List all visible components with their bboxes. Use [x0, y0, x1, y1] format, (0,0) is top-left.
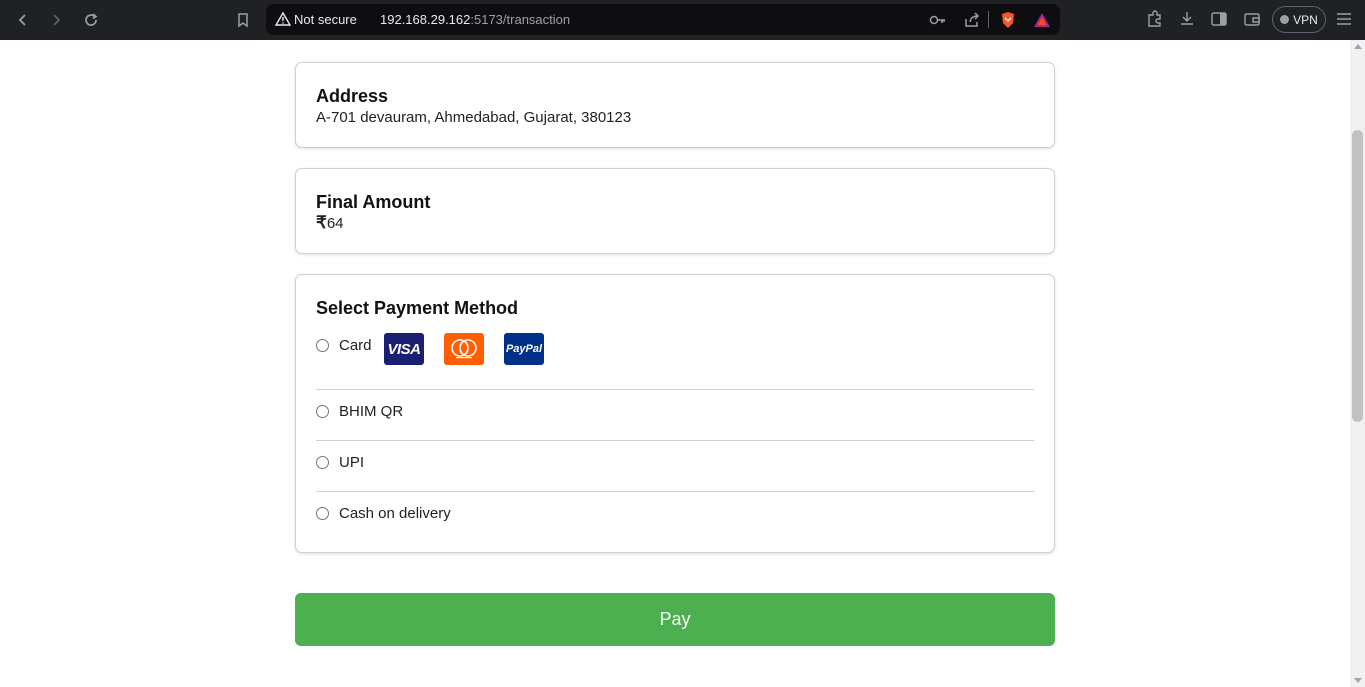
vpn-label: VPN	[1293, 12, 1318, 27]
payment-option-bhim-qr[interactable]: BHIM QR	[316, 401, 403, 421]
cod-radio[interactable]	[316, 506, 329, 520]
brave-rewards-icon[interactable]	[1032, 10, 1052, 30]
final-amount-title: Final Amount	[316, 192, 431, 212]
card-label: Card	[339, 336, 372, 354]
pay-button[interactable]: Pay	[295, 593, 1055, 646]
extensions-icon[interactable]	[1145, 9, 1165, 29]
final-amount-card: Final Amount ₹64	[295, 168, 1055, 254]
wallet-icon[interactable]	[1242, 9, 1262, 29]
payment-option-card[interactable]: Card	[316, 335, 372, 355]
url-host: 192.168.29.162	[380, 12, 471, 27]
key-icon[interactable]	[928, 10, 948, 30]
brave-shield-icon[interactable]	[998, 10, 1018, 30]
upi-radio[interactable]	[316, 455, 329, 469]
scroll-down-icon[interactable]	[1354, 678, 1362, 683]
mastercard-icon	[451, 339, 477, 359]
paypal-logo: PayPal	[504, 333, 544, 365]
sidebar-icon[interactable]	[1209, 9, 1229, 29]
share-icon[interactable]	[962, 10, 982, 30]
address-value: A-701 devauram, Ahmedabad, Gujarat, 3801…	[316, 109, 632, 126]
url-divider	[988, 11, 989, 28]
payment-method-card: Select Payment Method Card VISA PayPal B…	[295, 274, 1055, 553]
paypal-text: PayPal	[505, 343, 543, 355]
option-divider	[316, 389, 1034, 390]
page-scrollbar[interactable]	[1350, 40, 1365, 687]
scroll-up-icon[interactable]	[1354, 44, 1362, 49]
bhim-qr-radio[interactable]	[316, 404, 329, 418]
not-secure-label[interactable]: Not secure	[294, 12, 357, 27]
vpn-status-icon	[1280, 15, 1290, 24]
option-divider	[316, 440, 1034, 441]
back-icon[interactable]	[11, 8, 35, 32]
address-title: Address	[316, 86, 389, 106]
forward-icon[interactable]	[44, 8, 68, 32]
warning-icon	[274, 11, 292, 27]
vpn-button[interactable]: VPN	[1272, 6, 1326, 33]
cod-label: Cash on delivery	[339, 504, 451, 522]
address-bar[interactable]: Not secure 192.168.29.162:5173/transacti…	[266, 4, 1060, 35]
url-path: :5173/transaction	[470, 12, 571, 27]
visa-logo: VISA	[384, 333, 424, 365]
address-card: Address A-701 devauram, Ahmedabad, Gujar…	[295, 62, 1055, 148]
menu-icon[interactable]	[1335, 9, 1355, 29]
final-amount-value: ₹64	[316, 213, 344, 233]
payment-option-upi[interactable]: UPI	[316, 452, 364, 472]
reload-icon[interactable]	[79, 8, 103, 32]
payment-method-title: Select Payment Method	[316, 298, 519, 318]
scroll-thumb[interactable]	[1352, 130, 1363, 422]
bhim-qr-label: BHIM QR	[339, 402, 404, 420]
upi-label: UPI	[339, 453, 365, 471]
browser-toolbar: Not secure 192.168.29.162:5173/transacti…	[0, 0, 1365, 40]
download-icon[interactable]	[1177, 9, 1197, 29]
option-divider	[316, 491, 1034, 492]
url-text[interactable]: 192.168.29.162:5173/transaction	[380, 12, 570, 27]
mastercard-logo	[444, 333, 484, 365]
amount-number: 64	[326, 215, 344, 232]
rupee-icon: ₹	[316, 213, 327, 232]
payment-option-cod[interactable]: Cash on delivery	[316, 503, 451, 523]
bookmark-icon[interactable]	[231, 8, 255, 32]
card-radio[interactable]	[316, 338, 329, 352]
visa-text: VISA	[387, 340, 421, 358]
